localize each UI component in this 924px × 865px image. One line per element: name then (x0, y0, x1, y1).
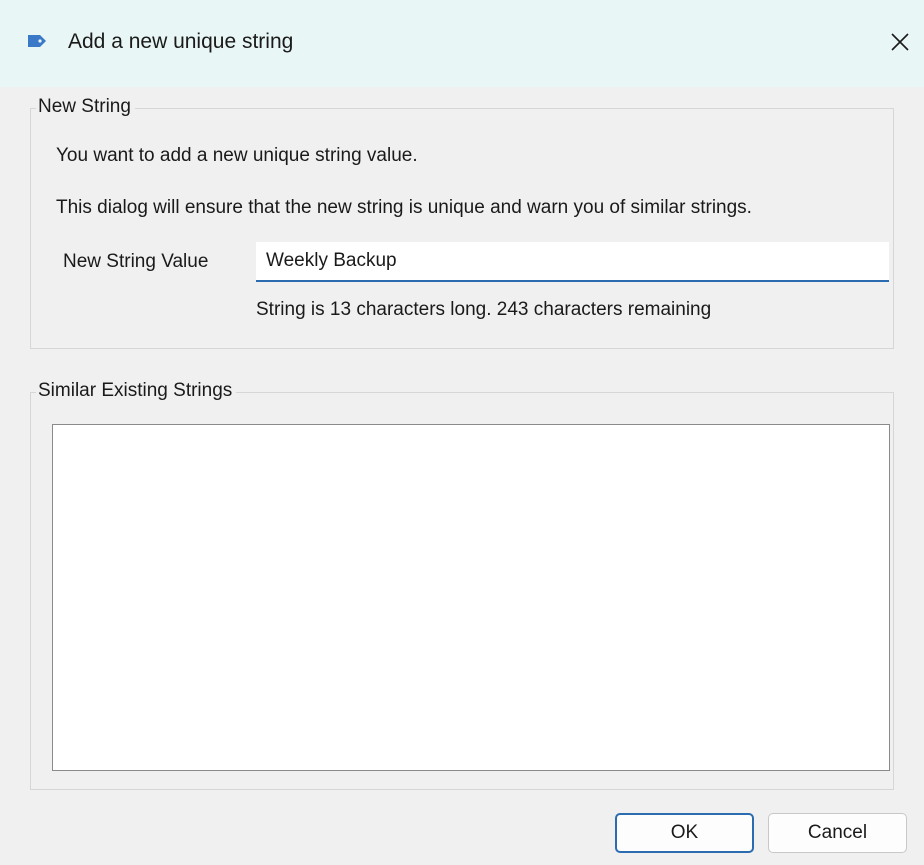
new-string-group-legend: New String (36, 96, 135, 118)
description-text: This dialog will ensure that the new str… (56, 197, 752, 218)
close-icon (891, 33, 909, 51)
similar-strings-list[interactable] (52, 424, 890, 771)
new-string-value-input[interactable] (256, 242, 889, 282)
dialog-title: Add a new unique string (68, 30, 294, 53)
character-count-status: String is 13 characters long. 243 charac… (256, 299, 712, 320)
tag-icon (28, 35, 46, 47)
intro-text: You want to add a new unique string valu… (56, 145, 418, 166)
ok-button[interactable]: OK (615, 813, 754, 853)
close-button[interactable] (880, 22, 920, 62)
dialog-window: Add a new unique string New String You w… (0, 0, 924, 865)
title-bar[interactable]: Add a new unique string (0, 0, 924, 87)
cancel-button[interactable]: Cancel (768, 813, 907, 853)
new-string-value-label: New String Value (63, 251, 209, 272)
similar-strings-group-legend: Similar Existing Strings (36, 380, 237, 402)
